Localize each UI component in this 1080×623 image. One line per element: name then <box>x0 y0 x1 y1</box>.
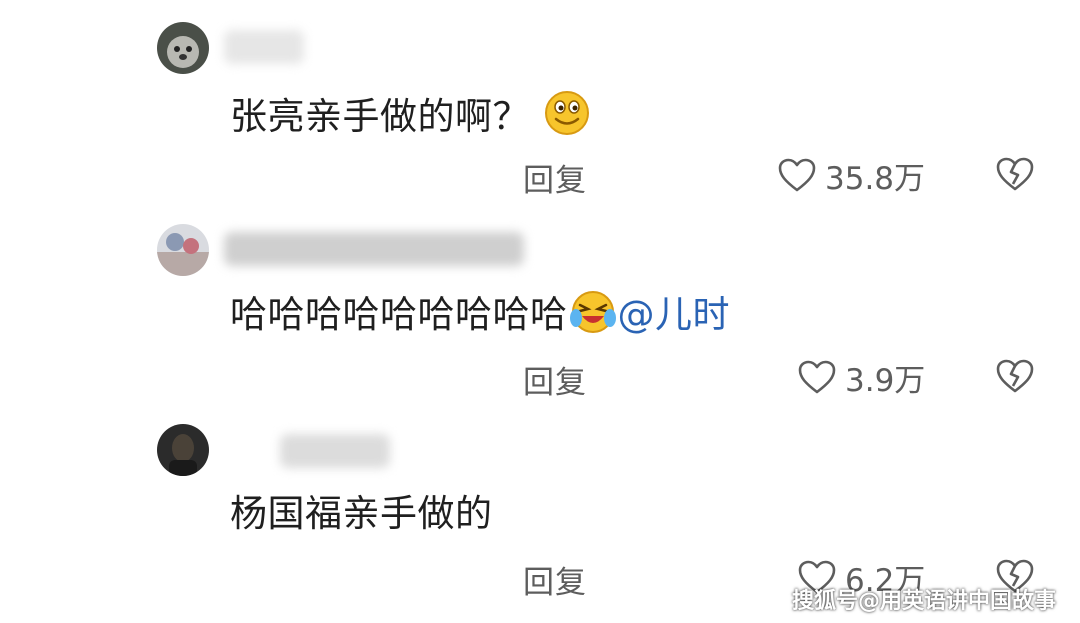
laugh-cry-emoji <box>568 288 618 345</box>
avatar[interactable] <box>157 424 209 476</box>
comment-text: 哈哈哈哈哈哈哈哈哈 @儿时 <box>230 288 730 345</box>
comment-item: 哈哈哈哈哈哈哈哈哈 @儿时 回复 3.9万 <box>0 200 1080 402</box>
smile-emoji <box>542 90 592 147</box>
mention-link[interactable]: @儿时 <box>618 293 731 336</box>
avatar[interactable] <box>157 224 209 276</box>
like-count: 35.8万 <box>825 160 926 197</box>
reply-button[interactable]: 回复 <box>523 557 587 602</box>
dislike-button[interactable] <box>994 155 1036 195</box>
username-blurred[interactable] <box>224 30 304 64</box>
comment-text-content: 张亮亲手做的啊？ <box>230 95 530 138</box>
avatar[interactable] <box>157 22 209 74</box>
username-blurred[interactable] <box>280 434 390 468</box>
username-blurred[interactable] <box>224 232 524 266</box>
comment-text: 杨国福亲手做的 <box>230 491 493 537</box>
broken-heart-icon <box>996 359 1034 393</box>
comment-item: 杨国福亲手做的 回复 6.2万 <box>0 400 1080 602</box>
comment-text: 张亮亲手做的啊？ <box>230 90 592 147</box>
comment-text-content: 杨国福亲手做的 <box>230 492 493 535</box>
reply-button[interactable]: 回复 <box>523 155 587 200</box>
like-count: 3.9万 <box>845 362 926 399</box>
dislike-button[interactable] <box>994 357 1036 397</box>
heart-outline-icon <box>798 360 836 394</box>
comment-item: 张亮亲手做的啊？ 回复 35.8万 <box>0 0 1080 200</box>
like-button[interactable]: 35.8万 <box>777 155 926 197</box>
reply-button[interactable]: 回复 <box>523 357 587 402</box>
watermark: 搜狐号@用英语讲中国故事 <box>791 589 1056 614</box>
comment-text-content: 哈哈哈哈哈哈哈哈哈 <box>230 293 568 336</box>
like-button[interactable]: 3.9万 <box>797 357 926 399</box>
broken-heart-icon <box>996 157 1034 191</box>
heart-outline-icon <box>778 158 816 192</box>
